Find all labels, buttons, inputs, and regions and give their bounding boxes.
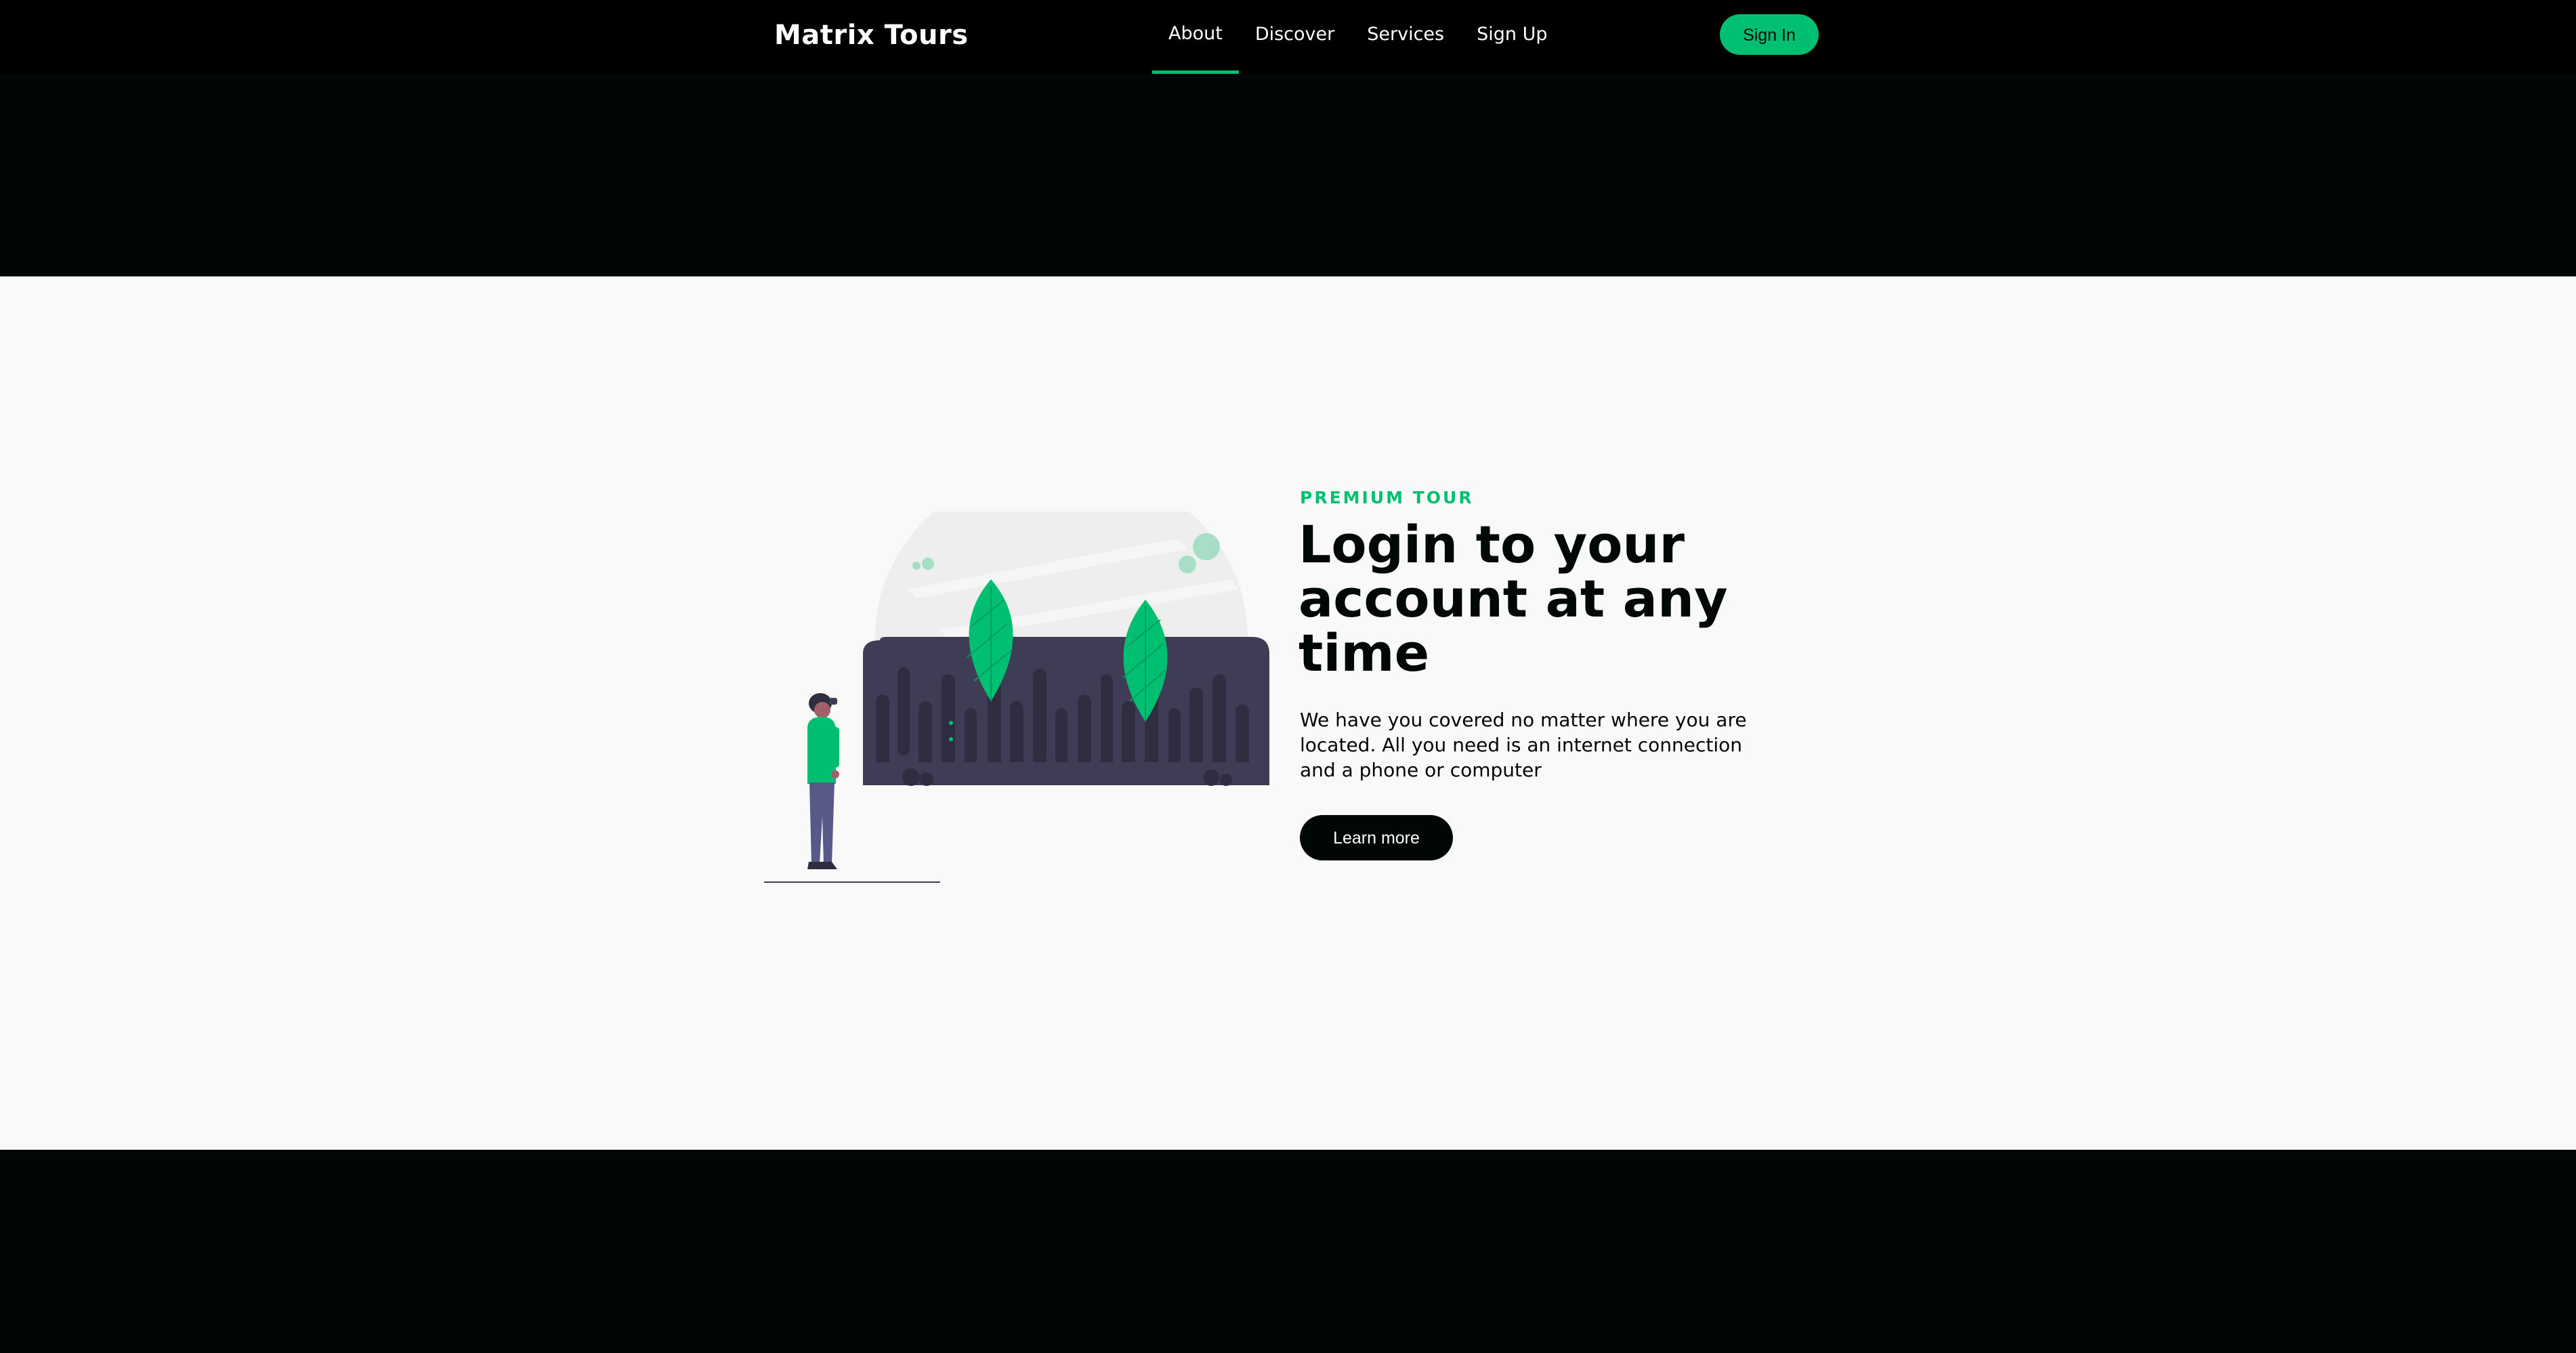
nav-item-discover[interactable]: Discover xyxy=(1239,0,1351,74)
navbar: Matrix Tours About Discover Services Sig… xyxy=(0,0,2576,74)
sign-in-button[interactable]: Sign In xyxy=(1720,14,1819,55)
bubble xyxy=(922,558,934,570)
bubble xyxy=(912,562,921,570)
bubble xyxy=(1193,533,1220,560)
nav-item-about[interactable]: About xyxy=(1152,0,1239,74)
person-figure xyxy=(807,693,839,869)
info-section xyxy=(0,276,2576,1150)
nav-item-services[interactable]: Services xyxy=(1351,0,1460,74)
info-subtitle: We have you covered no matter where you … xyxy=(1300,709,1747,781)
info-heading: Login to your account at any time xyxy=(1298,514,1728,683)
nav-item-sign-up[interactable]: Sign Up xyxy=(1460,0,1563,74)
nav-menu: About Discover Services Sign Up xyxy=(1152,0,1563,74)
hero-band-bottom xyxy=(0,74,2576,276)
person-with-leaves-illustration xyxy=(764,512,1269,883)
next-section-band xyxy=(0,1150,2576,1353)
background-circle xyxy=(875,512,1248,642)
learn-more-button[interactable]: Learn more xyxy=(1300,815,1453,860)
logo-link[interactable]: Matrix Tours xyxy=(774,15,969,56)
bubble xyxy=(1179,556,1196,573)
topline-label: PREMIUM TOUR xyxy=(1300,488,1474,507)
